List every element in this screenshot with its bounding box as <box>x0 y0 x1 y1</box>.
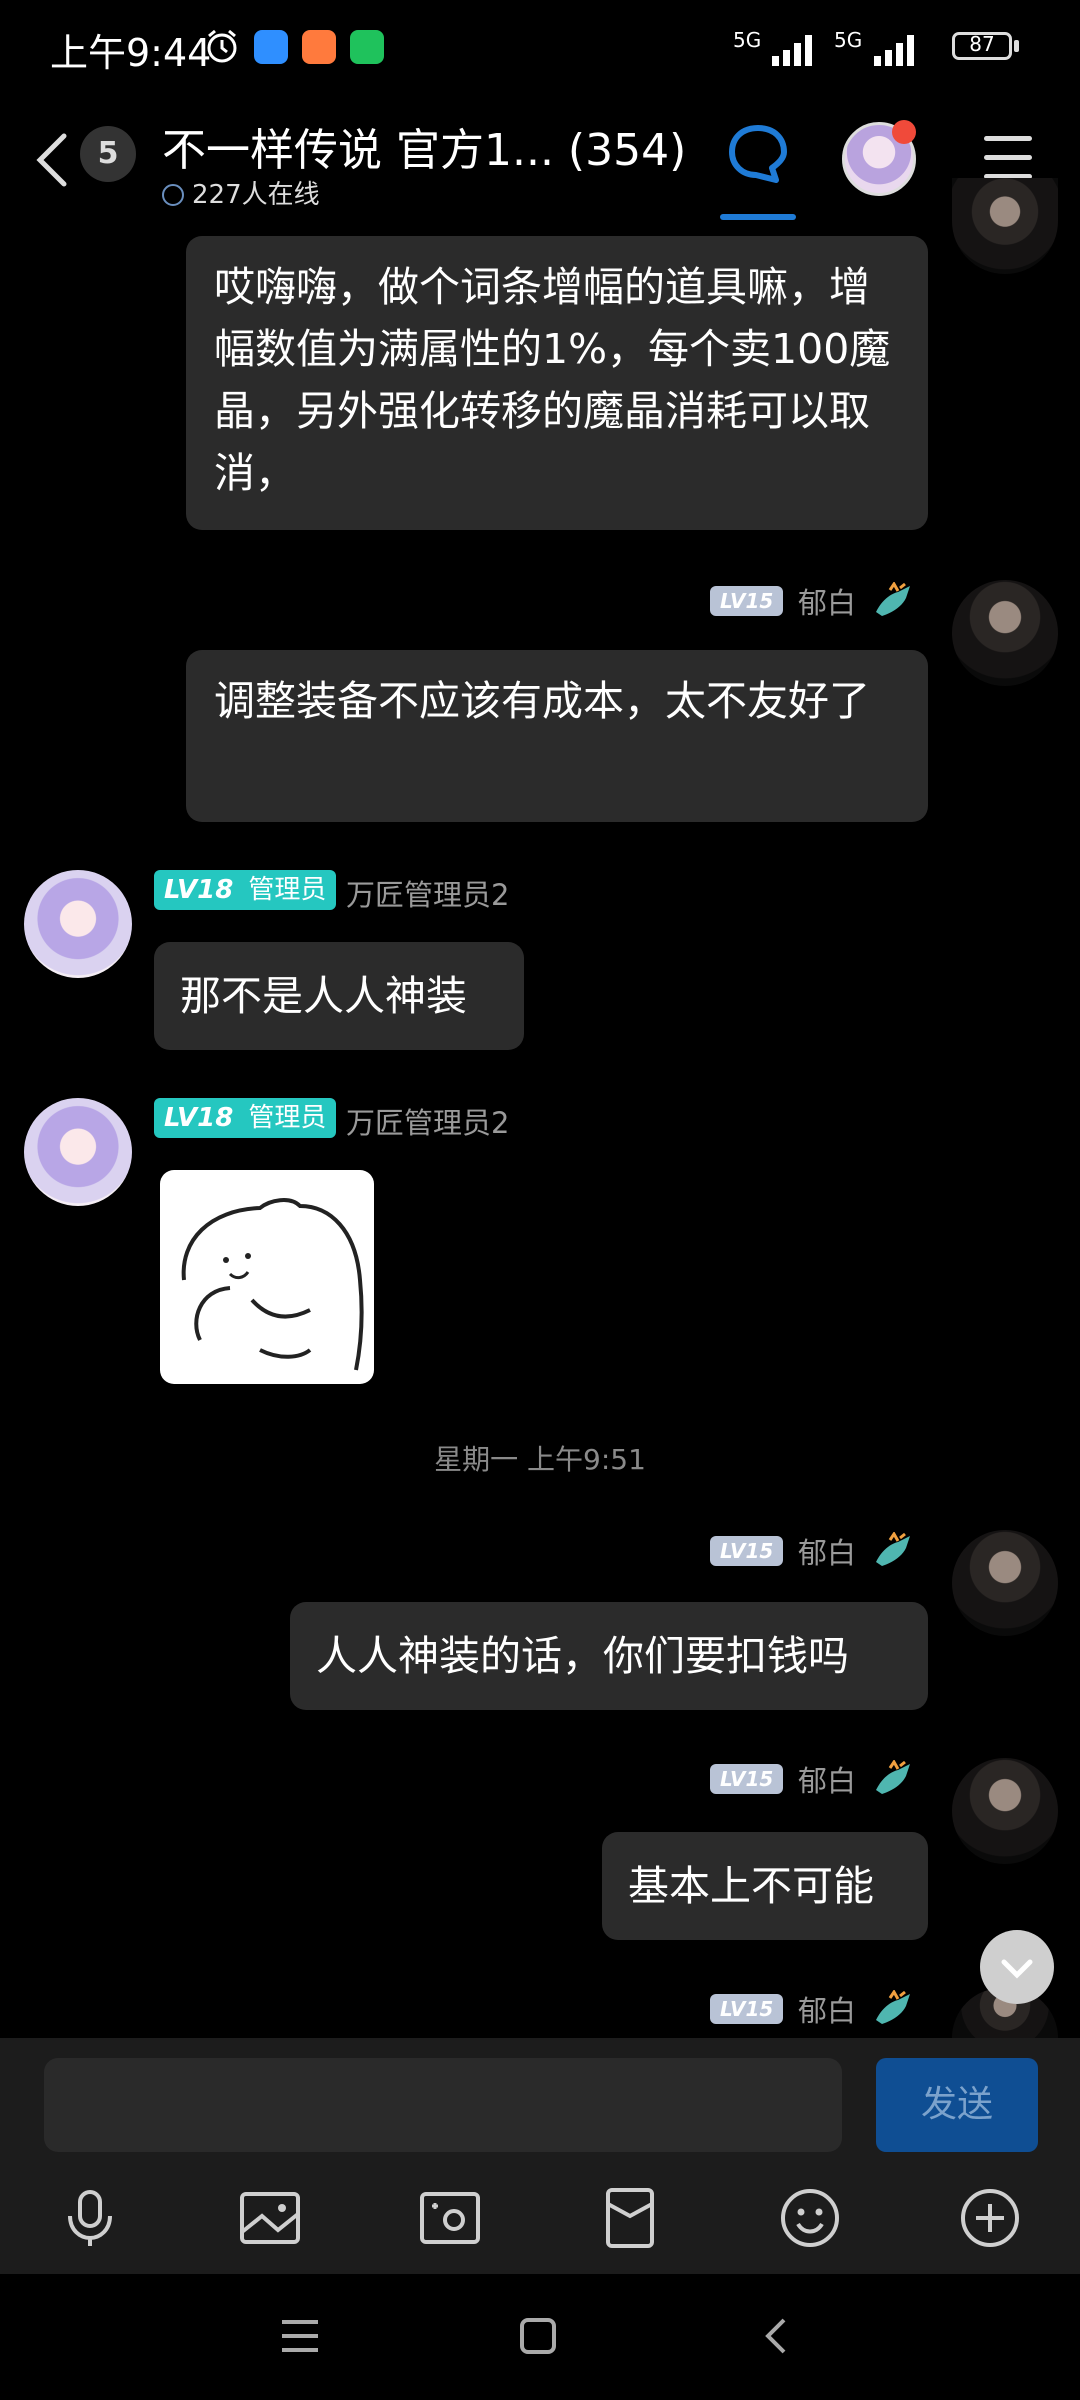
battery-icon: 87 <box>952 32 1012 60</box>
signal-icon <box>874 35 914 66</box>
admin-badge: LV18 管理员 <box>154 1098 337 1138</box>
menu-icon[interactable] <box>984 136 1032 180</box>
online-count-text: 227人在线 <box>192 180 320 210</box>
status-time: 上午9:44 <box>50 31 212 75</box>
sender-name[interactable]: 郁白 <box>798 1758 856 1800</box>
message-input[interactable] <box>44 2058 842 2152</box>
home-icon[interactable] <box>518 2316 558 2356</box>
sender-name[interactable]: 万匠管理员2 <box>346 872 509 914</box>
notification-dot <box>892 120 916 144</box>
signal-icon <box>772 35 812 66</box>
role-text: 管理员 <box>248 1103 327 1133</box>
group-title[interactable]: 不一样传说 官方1... (354) <box>162 114 686 178</box>
microphone-icon[interactable] <box>58 2186 122 2250</box>
chat-bubble-icon[interactable] <box>726 122 790 186</box>
message-text: 那不是人人神装 <box>180 972 467 1020</box>
sender-name[interactable]: 郁白 <box>798 580 856 622</box>
message-text: 哎嗨嗨，做个词条增幅的道具嘛，增幅数值为满属性的1%，每个卖100魔晶，另外强化… <box>214 263 891 497</box>
level-badge: LV15 <box>710 1536 784 1566</box>
app-notification-icon <box>302 30 336 64</box>
message-bubble[interactable]: 调整装备不应该有成本，太不友好了 <box>186 650 928 822</box>
battery-level: 87 <box>969 32 995 56</box>
camera-icon[interactable] <box>418 2186 482 2250</box>
sender-name[interactable]: 万匠管理员2 <box>346 1100 509 1142</box>
image-icon[interactable] <box>238 2186 302 2250</box>
dragon-icon <box>876 582 910 616</box>
level-text: LV18 <box>164 875 234 905</box>
sender-name[interactable]: 郁白 <box>798 1988 856 2030</box>
avatar[interactable] <box>24 870 132 978</box>
message-bubble[interactable]: 那不是人人神装 <box>154 942 524 1050</box>
avatar[interactable] <box>952 178 1058 274</box>
avatar[interactable] <box>952 1758 1058 1864</box>
plus-icon[interactable] <box>958 2186 1022 2250</box>
level-badge: LV15 <box>710 1764 784 1794</box>
avatar[interactable] <box>24 1098 132 1206</box>
alarm-icon <box>207 29 237 63</box>
unread-count-badge[interactable]: 5 <box>80 126 136 182</box>
message-text: 人人神装的话，你们要扣钱吗 <box>316 1632 849 1680</box>
recent-apps-icon[interactable] <box>280 2316 320 2356</box>
wechat-icon <box>350 30 384 64</box>
role-text: 管理员 <box>248 875 327 905</box>
send-button[interactable]: 发送 <box>876 2058 1038 2152</box>
battery-cap <box>1014 40 1019 52</box>
level-badge: LV15 <box>710 1994 784 2024</box>
message-text: 调整装备不应该有成本，太不友好了 <box>214 677 870 725</box>
level-text: LV18 <box>164 1103 234 1133</box>
message-bubble[interactable]: 基本上不可能 <box>602 1832 928 1940</box>
emoji-icon[interactable] <box>778 2186 842 2250</box>
nav-back-icon[interactable] <box>756 2316 796 2356</box>
message-text: 基本上不可能 <box>628 1862 874 1910</box>
dragon-icon <box>876 1532 910 1566</box>
chevron-down-icon <box>162 184 184 206</box>
avatar[interactable] <box>952 580 1058 686</box>
back-arrow-icon[interactable] <box>30 130 74 190</box>
admin-badge: LV18 管理员 <box>154 870 337 910</box>
network-type-label: 5G <box>834 28 863 52</box>
avatar[interactable] <box>952 1530 1058 1636</box>
app-notification-icon <box>254 30 288 64</box>
dragon-icon <box>876 1990 910 2024</box>
sticker-image[interactable] <box>160 1170 374 1384</box>
red-packet-icon[interactable] <box>598 2186 662 2250</box>
active-tab-indicator <box>720 214 796 220</box>
online-count[interactable]: 227人在线 <box>162 174 320 211</box>
dragon-icon <box>876 1760 910 1794</box>
timestamp: 星期一 上午9:51 <box>434 1443 646 1476</box>
level-badge: LV15 <box>710 586 784 616</box>
network-type-label: 5G <box>733 28 762 52</box>
message-bubble[interactable]: 人人神装的话，你们要扣钱吗 <box>290 1602 928 1710</box>
scroll-to-bottom-button[interactable] <box>980 1930 1054 2004</box>
chevron-down-icon <box>1001 1959 1033 1979</box>
sender-name[interactable]: 郁白 <box>798 1530 856 1572</box>
message-bubble[interactable]: 哎嗨嗨，做个词条增幅的道具嘛，增幅数值为满属性的1%，每个卖100魔晶，另外强化… <box>186 236 928 530</box>
